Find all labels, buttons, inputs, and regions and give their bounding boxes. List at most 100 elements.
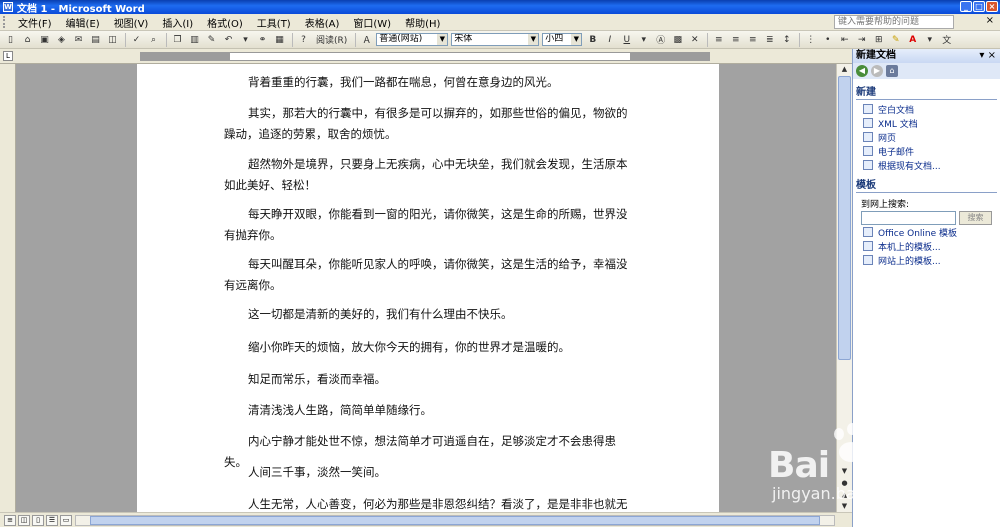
horizontal-scroll-thumb[interactable] <box>90 516 820 525</box>
char-scale-icon[interactable]: ✕ <box>687 33 702 47</box>
border-icon[interactable]: ⊞ <box>871 33 886 47</box>
normal-view-icon[interactable]: ≡ <box>4 515 16 526</box>
local-templates-link[interactable]: 本机上的模板... <box>853 239 1000 253</box>
paragraph-6[interactable]: 这一切都是清新的美好的，我们有什么理由不快乐。 <box>224 304 634 325</box>
paragraph-3[interactable]: 超然物外是境界，只要身上无疾病，心中无块垒，我们就会发现，生活原本 如此美好、轻… <box>224 154 634 196</box>
menu-edit[interactable]: 编辑(E) <box>59 15 107 30</box>
open-folder-icon[interactable]: ⌂ <box>20 33 35 47</box>
toolbar-separator <box>707 32 709 47</box>
print-preview-icon[interactable]: ◫ <box>105 33 120 47</box>
print-icon[interactable]: ▤ <box>88 33 103 47</box>
undo-icon[interactable]: ↶ <box>221 33 236 47</box>
align-right-icon[interactable]: ≡ <box>745 33 760 47</box>
task-pane-close-icon[interactable]: ▾ × <box>979 49 996 63</box>
read-button[interactable]: 阅读(R) <box>313 33 350 47</box>
forward-icon[interactable]: ▶ <box>871 65 883 77</box>
align-left-icon[interactable]: ≡ <box>711 33 726 47</box>
spelling-icon[interactable]: ✓ <box>129 33 144 47</box>
underline-button[interactable]: U <box>619 33 634 47</box>
new-xml-document-link[interactable]: XML 文档 <box>853 116 1000 130</box>
paragraph-9[interactable]: 清清浅浅人生路，简简单单随缘行。 <box>224 400 634 421</box>
web-view-icon[interactable]: ◫ <box>18 515 30 526</box>
new-document-icon[interactable]: ▯ <box>3 33 18 47</box>
menu-window[interactable]: 窗口(W) <box>346 15 398 30</box>
font-color-button[interactable]: A <box>905 33 920 47</box>
help-icon[interactable]: ? <box>296 33 311 47</box>
vertical-scroll-thumb[interactable] <box>838 76 851 360</box>
scroll-up-icon[interactable]: ▲ <box>838 64 851 75</box>
align-center-icon[interactable]: ≡ <box>728 33 743 47</box>
increase-indent-icon[interactable]: ⇥ <box>854 33 869 47</box>
paragraph-11[interactable]: 人间三千事，淡然一笑间。 <box>224 462 634 483</box>
link-label: 网页 <box>878 133 897 144</box>
existing-document-icon <box>863 160 873 170</box>
minimize-button[interactable]: _ <box>960 1 972 12</box>
research-icon[interactable]: ⌕ <box>146 33 161 47</box>
back-icon[interactable]: ◀ <box>856 65 868 77</box>
menu-file[interactable]: 文件(F) <box>11 15 59 30</box>
paragraph-1[interactable]: 背着重重的行囊，我们一路都在喘息，何曾在意身边的风光。 <box>224 72 634 93</box>
reading-view-icon[interactable]: ▭ <box>60 515 72 526</box>
paragraph-5[interactable]: 每天叫醒耳朵，你能听见家人的呼唤，请你微笑，这是生活的给予，幸福没 有远离你。 <box>224 254 634 296</box>
horizontal-ruler[interactable]: L <box>0 49 852 64</box>
paragraph-8[interactable]: 知足而常乐，看淡而幸福。 <box>224 369 634 390</box>
line-spacing-icon[interactable]: ↕ <box>779 33 794 47</box>
template-search-input[interactable] <box>861 211 956 225</box>
menu-format[interactable]: 格式(O) <box>200 15 250 30</box>
menu-table[interactable]: 表格(A) <box>298 15 347 30</box>
format-painter-icon[interactable]: ✎ <box>204 33 219 47</box>
paste-icon[interactable]: ▥ <box>187 33 202 47</box>
paragraph-2[interactable]: 其实，那若大的行囊中，有很多是可以摒弃的，如那些世俗的偏见，物欲的 躁动，追逐的… <box>224 103 634 145</box>
char-border-icon[interactable]: Ⓐ <box>653 33 668 47</box>
menu-view[interactable]: 视图(V) <box>107 15 156 30</box>
hyperlink-icon[interactable]: ⚭ <box>255 33 270 47</box>
italic-button[interactable]: I <box>602 33 617 47</box>
font-size-select[interactable]: 小四 ▼ <box>542 33 583 46</box>
bold-button[interactable]: B <box>585 33 600 47</box>
justify-icon[interactable]: ≣ <box>762 33 777 47</box>
new-webpage-link[interactable]: 网页 <box>853 130 1000 144</box>
tab-selector[interactable]: L <box>3 51 13 61</box>
bullets-icon[interactable]: • <box>820 33 835 47</box>
paragraph-7[interactable]: 缩小你昨天的烦恼，放大你今天的拥有，你的世界才是温暖的。 <box>224 337 634 358</box>
baidu-watermark: Bai 经验 jingyan.baidu.com <box>760 420 995 520</box>
office-online-templates-link[interactable]: Office Online 模板 <box>853 225 1000 239</box>
from-existing-document-link[interactable]: 根据现有文档... <box>853 158 1000 172</box>
print-view-icon[interactable]: ▯ <box>32 515 44 526</box>
save-icon[interactable]: ▣ <box>37 33 52 47</box>
close-window-button[interactable]: × <box>986 1 998 12</box>
outline-view-icon[interactable]: ☰ <box>46 515 58 526</box>
phonetic-icon[interactable]: 文 <box>939 33 954 47</box>
undo-dropdown-icon[interactable]: ▾ <box>238 33 253 47</box>
home-icon[interactable]: ⌂ <box>886 65 898 77</box>
close-document-button[interactable]: × <box>986 15 994 26</box>
menu-help[interactable]: 帮助(H) <box>398 15 447 30</box>
font-select[interactable]: 宋体 ▼ <box>451 33 540 46</box>
permission-icon[interactable]: ◈ <box>54 33 69 47</box>
new-email-link[interactable]: 电子邮件 <box>853 144 1000 158</box>
website-templates-link[interactable]: 网站上的模板... <box>853 253 1000 267</box>
menubar-grip[interactable] <box>3 16 7 28</box>
font-color-dropdown-icon[interactable]: ▾ <box>922 33 937 47</box>
maximize-button[interactable]: □ <box>973 1 985 12</box>
table-icon[interactable]: ▦ <box>272 33 287 47</box>
new-blank-document-link[interactable]: 空白文档 <box>853 102 1000 116</box>
char-shading-icon[interactable]: ▩ <box>670 33 685 47</box>
menu-tools[interactable]: 工具(T) <box>250 15 298 30</box>
styles-icon[interactable]: Ａ <box>359 33 374 47</box>
paragraph-4[interactable]: 每天睁开双眼，你能看到一窗的阳光，请你微笑，这是生命的所赐，世界没 有抛弃你。 <box>224 204 634 246</box>
numbering-icon[interactable]: ⋮ <box>803 33 818 47</box>
underline-dropdown-icon[interactable]: ▾ <box>636 33 651 47</box>
menu-insert[interactable]: 插入(I) <box>155 15 200 30</box>
style-select[interactable]: 普通(网站) ▼ <box>376 33 449 46</box>
copy-icon[interactable]: ❐ <box>170 33 185 47</box>
paragraph-12[interactable]: 人生无常，人心善变，何必为那些是非恩怨纠结？看淡了，是是非非也就无 <box>224 494 634 512</box>
template-search-button[interactable]: 搜索 <box>959 211 992 225</box>
highlight-icon[interactable]: ✎ <box>888 33 903 47</box>
template-search: 搜索 <box>853 211 1000 225</box>
vertical-ruler[interactable] <box>0 64 16 512</box>
decrease-indent-icon[interactable]: ⇤ <box>837 33 852 47</box>
document-page[interactable]: 背着重重的行囊，我们一路都在喘息，何曾在意身边的风光。 其实，那若大的行囊中，有… <box>137 64 719 512</box>
help-question-input[interactable]: 键入需要帮助的问题 <box>834 15 954 29</box>
email-icon[interactable]: ✉ <box>71 33 86 47</box>
